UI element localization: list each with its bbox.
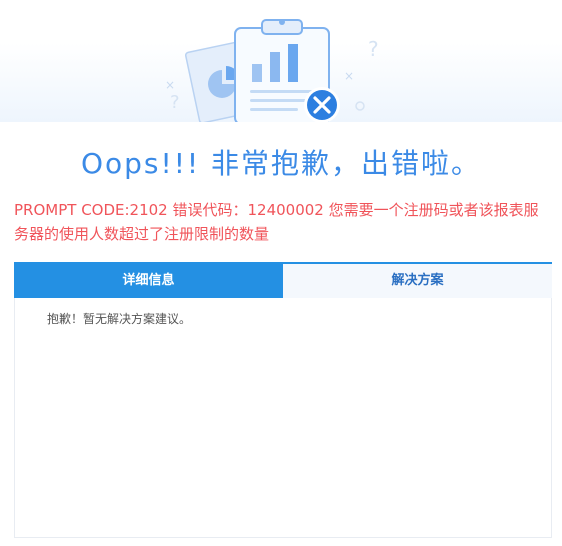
error-illustration: × ? ? × (0, 0, 562, 122)
question-mark-icon: ? (368, 37, 379, 61)
question-mark-icon: ? (170, 92, 180, 113)
tab-details[interactable]: 详细信息 (14, 264, 283, 298)
clipboard-icon: × ? ? × (165, 19, 379, 122)
panel-message: 抱歉！暂无解决方案建议。 (47, 312, 192, 326)
tab-content-panel: 抱歉！暂无解决方案建议。 (14, 298, 552, 538)
tab-bar: 详细信息 解决方案 (14, 262, 552, 298)
error-message: PROMPT CODE:2102 错误代码：12400002 您需要一个注册码或… (14, 201, 539, 243)
cross-mark-icon: × (344, 69, 354, 83)
cross-mark-icon: × (165, 78, 175, 92)
page-title: Oops!!! 非常抱歉，出错啦。 (80, 147, 482, 180)
tab-solutions[interactable]: 解决方案 (283, 264, 552, 298)
